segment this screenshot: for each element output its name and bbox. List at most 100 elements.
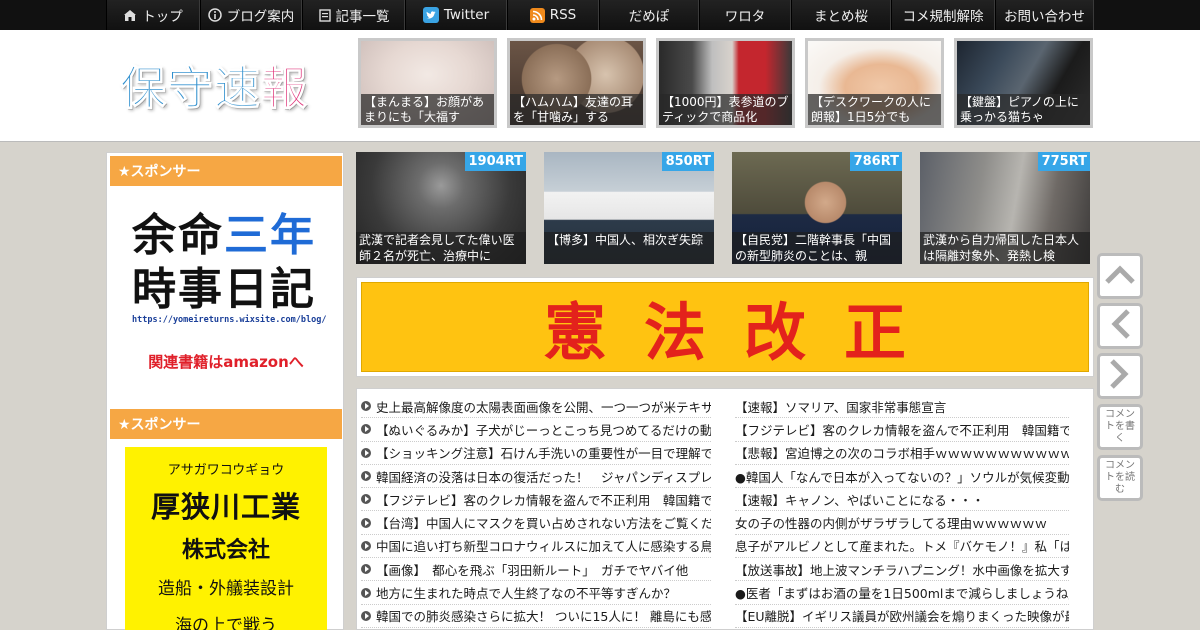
rss-icon bbox=[529, 7, 545, 23]
header-thumb-card[interactable]: 【鍵盤】ピアノの上に乗っかる猫ちゃ bbox=[954, 38, 1093, 128]
nav-item-damepo[interactable]: だめぽ bbox=[599, 0, 699, 30]
header-featured-thumbnails: 【まんまる】お顔があまりにも「大福す 【ハムハム】友達の耳を「甘噛み」する 【1… bbox=[358, 38, 1093, 128]
nav-item-label: ブログ案内 bbox=[226, 9, 295, 25]
article-title: 【フジテレビ】客のクレカ情報を盗んで不正利用 韓国籍で風 bbox=[735, 422, 1069, 438]
top-navigation-bar: トップ ブログ案内 記事一覧 Twitter RSS だめぽ ワロタ まとめ桜 … bbox=[0, 0, 1200, 30]
article-title: 【放送事故】地上波マンチラハプニング！水中画像を拡大する bbox=[735, 562, 1069, 578]
article-link[interactable]: 【ショッキング注意】石けん手洗いの重要性が一目で理解でき bbox=[361, 442, 711, 465]
header-thumb-card[interactable]: 【デスクワークの人に朗報】1日5分でも bbox=[805, 38, 944, 128]
article-link[interactable]: 史上最高解像度の太陽表面画像を公開、一つ一つが米テキサス bbox=[361, 395, 711, 419]
logo-char: 報 bbox=[261, 61, 308, 116]
article-title: 【悲報】宮迫博之の次のコラボ相手ｗｗｗｗｗｗｗｗｗｗｗｗ bbox=[735, 446, 1069, 462]
rt-count-badge: 850RT bbox=[661, 152, 714, 171]
arrow-bullet-icon bbox=[361, 540, 371, 551]
sponsor-ad-asagawa-kogyo[interactable]: アサガワコウギョウ 厚狭川工業 株式会社 造船・外艤装設計 海の上で戦う bbox=[125, 447, 327, 630]
thumb-caption: 【ハムハム】友達の耳を「甘噛み」する bbox=[510, 94, 643, 125]
nav-item-article-list[interactable]: 記事一覧 bbox=[302, 0, 405, 30]
sponsor-ad-yomei-sannen[interactable]: 余命三年 時事日記 https://yomeireturns.wixsite.c… bbox=[110, 191, 342, 381]
nav-item-top[interactable]: トップ bbox=[106, 0, 200, 30]
rt-card-caption: 【自民党】二階幹事長「中国の新型肺炎のことは、親 bbox=[732, 232, 902, 264]
sidebar: ★スポンサー 余命三年 時事日記 https://yomeireturns.wi… bbox=[106, 152, 344, 630]
article-link[interactable]: 【放送事故】地上波マンチラハプニング！水中画像を拡大する bbox=[735, 558, 1069, 582]
ad-company-slogan: 海の上で戦う bbox=[175, 616, 277, 630]
arrow-bullet-icon bbox=[361, 447, 371, 458]
article-link[interactable]: 息子がアルビノとして産まれた。トメ『バケモノ！』私「は？ bbox=[735, 535, 1069, 559]
rt-card-caption: 武漢で記者会見してた偉い医師２名が死亡、治療中に bbox=[356, 232, 526, 264]
article-link[interactable]: 女の子の性器の内側がザラザラしてる理由ｗｗｗｗｗｗ bbox=[735, 511, 1069, 535]
ad-amazon-link[interactable]: 関連書籍はamazonへ bbox=[110, 351, 342, 372]
article-title: ●韓国人「なんで日本が入ってないの？」ソウルが気候変動危 bbox=[735, 469, 1069, 485]
article-link[interactable]: 韓国での肺炎感染さらに拡大！ ついに15人に！ 離島にも感染す bbox=[361, 605, 711, 628]
write-comment-button[interactable]: コメントを書く bbox=[1097, 404, 1143, 450]
article-link[interactable]: 韓国経済の没落は日本の復活だった！ ジャパンディスプレイ bbox=[361, 465, 711, 489]
article-link[interactable]: 【速報】キャノン、やばいことになる・・・ bbox=[735, 488, 1069, 512]
logo-char: 保 bbox=[120, 61, 167, 116]
nav-item-twitter[interactable]: Twitter bbox=[405, 0, 507, 30]
article-title: 【ぬいぐるみか】子犬がじーっとこっち見つめてるだけの動画 bbox=[376, 422, 711, 438]
constitution-revision-banner[interactable]: 憲法改正 bbox=[356, 277, 1094, 377]
arrow-bullet-icon bbox=[361, 587, 371, 598]
nav-item-label: ワロタ bbox=[724, 9, 766, 25]
article-link[interactable]: 【画像】 都心を飛ぶ「羽田新ルート」 ガチでヤバイ他 bbox=[361, 558, 711, 582]
rt-card[interactable]: 786RT 【自民党】二階幹事長「中国の新型肺炎のことは、親 bbox=[732, 152, 902, 264]
previous-page-button[interactable] bbox=[1097, 303, 1143, 349]
chevron-left-icon bbox=[1110, 308, 1130, 344]
article-link[interactable]: 【フジテレビ】客のクレカ情報を盗んで不正利用 韓国籍で風 bbox=[361, 488, 711, 512]
article-title: 史上最高解像度の太陽表面画像を公開、一つ一つが米テキサス bbox=[376, 399, 711, 415]
thumb-caption: 【1000円】表参道のブティックで商品化 bbox=[659, 94, 792, 125]
list-icon bbox=[318, 8, 331, 22]
site-logo[interactable]: 保守速報 bbox=[120, 54, 325, 116]
article-title: 【ショッキング注意】石けん手洗いの重要性が一目で理解でき bbox=[376, 446, 711, 462]
next-page-button[interactable] bbox=[1097, 353, 1143, 399]
ad-company-type: 株式会社 bbox=[181, 538, 270, 563]
rt-card[interactable]: 850RT 【博多】中国人、相次ぎ失踪 bbox=[544, 152, 714, 264]
article-title: 地方に生まれた時点で人生終了なの不平等すぎんか？ bbox=[376, 586, 677, 602]
article-link[interactable]: 【EU離脱】イギリス議員が欧州議会を煽りまくった映像が最高 bbox=[735, 605, 1069, 628]
nav-item-contact[interactable]: お問い合わせ bbox=[995, 0, 1094, 30]
nav-item-label: お問い合わせ bbox=[1004, 9, 1085, 25]
home-icon bbox=[123, 9, 137, 22]
article-link[interactable]: 中国に追い打ち新型コロナウィルスに加えて人に感染する鳥イ bbox=[361, 535, 711, 559]
nav-item-label: コメ規制解除 bbox=[902, 9, 984, 25]
article-link[interactable]: 地方に生まれた時点で人生終了なの不平等すぎんか？ bbox=[361, 581, 711, 605]
header-thumb-card[interactable]: 【まんまる】お顔があまりにも「大福す bbox=[358, 38, 497, 128]
article-title: 息子がアルビノとして産まれた。トメ『バケモノ！』私「は？ bbox=[735, 539, 1069, 555]
nav-item-blog-guide[interactable]: ブログ案内 bbox=[200, 0, 302, 30]
ad-title-line2: 時事日記 bbox=[132, 264, 316, 315]
article-title: ●医者「まずはお酒の量を1日500mlまで減らしましょうね」ワ bbox=[735, 586, 1069, 602]
article-link[interactable]: 【台湾】中国人にマスクを買い占めされない方法をご覧ください bbox=[361, 511, 711, 535]
rt-card[interactable]: 775RT 武漢から自力帰国した日本人は隔離対象外、発熱し検 bbox=[920, 152, 1090, 264]
article-title: 【速報】キャノン、やばいことになる・・・ bbox=[735, 492, 985, 508]
scroll-to-top-button[interactable] bbox=[1097, 253, 1143, 299]
arrow-bullet-icon bbox=[361, 517, 371, 528]
nav-item-rss[interactable]: RSS bbox=[507, 0, 599, 30]
arrow-bullet-icon bbox=[361, 401, 371, 412]
arrow-bullet-icon bbox=[361, 564, 371, 575]
chevron-right-icon bbox=[1110, 358, 1130, 394]
nav-item-matome-sakura[interactable]: まとめ桜 bbox=[791, 0, 891, 30]
nav-item-comment-unblock[interactable]: コメ規制解除 bbox=[891, 0, 995, 30]
sponsor-heading: ★スポンサー bbox=[110, 156, 342, 186]
article-link[interactable]: 【悲報】宮迫博之の次のコラボ相手ｗｗｗｗｗｗｗｗｗｗｗｗ bbox=[735, 442, 1069, 465]
sponsor-heading: ★スポンサー bbox=[110, 409, 342, 439]
article-title: 韓国での肺炎感染さらに拡大！ ついに15人に！ 離島にも感染す bbox=[376, 609, 711, 625]
thumb-caption: 【デスクワークの人に朗報】1日5分でも bbox=[808, 94, 941, 125]
header-thumb-card[interactable]: 【1000円】表参道のブティックで商品化 bbox=[656, 38, 795, 128]
arrow-bullet-icon bbox=[361, 610, 371, 621]
article-link[interactable]: ●韓国人「なんで日本が入ってないの？」ソウルが気候変動危 bbox=[735, 465, 1069, 489]
article-title: 【EU離脱】イギリス議員が欧州議会を煽りまくった映像が最高 bbox=[735, 609, 1069, 625]
nav-item-label: 記事一覧 bbox=[335, 9, 390, 25]
logo-char: 速 bbox=[214, 61, 261, 116]
article-link[interactable]: 【フジテレビ】客のクレカ情報を盗んで不正利用 韓国籍で風 bbox=[735, 418, 1069, 442]
article-link[interactable]: 【速報】ソマリア、国家非常事態宣言 bbox=[735, 395, 1069, 419]
rt-card[interactable]: 1904RT 武漢で記者会見してた偉い医師２名が死亡、治療中に bbox=[356, 152, 526, 264]
nav-item-warota[interactable]: ワロタ bbox=[699, 0, 791, 30]
read-comments-button[interactable]: コメントを読む bbox=[1097, 455, 1143, 501]
header-thumb-card[interactable]: 【ハムハム】友達の耳を「甘噛み」する bbox=[507, 38, 646, 128]
nav-item-label: トップ bbox=[142, 9, 183, 25]
banner-text: 憲法改正 bbox=[543, 296, 944, 369]
article-link[interactable]: ●医者「まずはお酒の量を1日500mlまで減らしましょうね」ワ bbox=[735, 581, 1069, 605]
read-comments-label: コメントを読む bbox=[1105, 460, 1135, 495]
article-link[interactable]: 【ぬいぐるみか】子犬がじーっとこっち見つめてるだけの動画 bbox=[361, 418, 711, 442]
rt-count-badge: 775RT bbox=[1037, 152, 1090, 171]
